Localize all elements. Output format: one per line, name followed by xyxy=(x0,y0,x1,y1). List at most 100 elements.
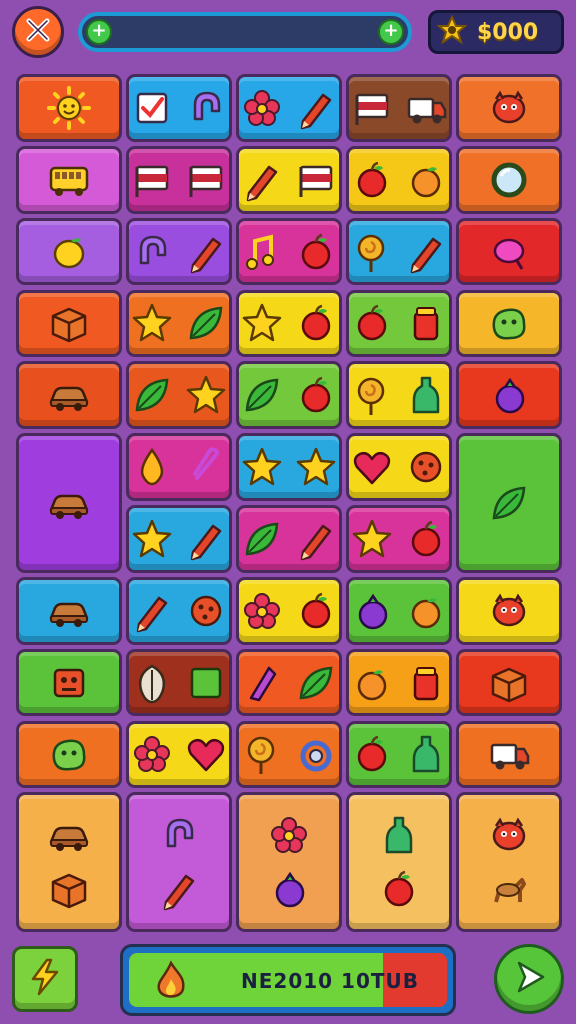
flower-icon xyxy=(266,812,312,858)
board-tile[interactable] xyxy=(126,792,232,932)
pencil-icon xyxy=(239,157,285,203)
star-icon xyxy=(183,372,229,418)
star-icon xyxy=(293,444,339,490)
board-tile[interactable] xyxy=(346,792,452,932)
magnet-icon xyxy=(156,812,202,858)
board-tile[interactable] xyxy=(456,792,562,932)
board-tile[interactable] xyxy=(126,289,232,358)
apple-icon xyxy=(403,516,449,562)
board-tile[interactable] xyxy=(236,361,342,430)
board-tile[interactable] xyxy=(346,505,452,573)
flame-icon xyxy=(151,959,191,1007)
board-tile[interactable] xyxy=(236,792,342,932)
board-tile[interactable] xyxy=(236,289,342,358)
lightning-button[interactable] xyxy=(12,946,78,1012)
board-tile[interactable] xyxy=(236,576,342,645)
board-tile[interactable] xyxy=(16,792,122,932)
board-tile[interactable] xyxy=(126,505,232,573)
board-tile[interactable] xyxy=(346,74,452,142)
drop-icon xyxy=(129,444,175,490)
board-tile[interactable] xyxy=(346,361,452,430)
board-tile[interactable] xyxy=(236,648,342,717)
board-tile[interactable] xyxy=(126,217,232,286)
cookie-icon xyxy=(183,588,229,634)
box-icon xyxy=(46,300,92,346)
board-tile[interactable] xyxy=(456,74,562,142)
apple-icon xyxy=(293,300,339,346)
close-button[interactable] xyxy=(12,6,64,58)
board-tile[interactable] xyxy=(456,289,562,358)
bottle-icon xyxy=(403,731,449,777)
board-tile[interactable] xyxy=(16,576,122,645)
board-tile[interactable] xyxy=(236,217,342,286)
board-tile[interactable] xyxy=(346,648,452,717)
power-track: NE2010 10TUB xyxy=(129,953,447,1007)
board-tile[interactable] xyxy=(236,505,342,573)
board-tile[interactable] xyxy=(126,145,232,214)
bottom-bar: NE2010 10TUB xyxy=(0,940,576,1024)
board-tile[interactable] xyxy=(456,145,562,214)
bottle-icon xyxy=(403,372,449,418)
board-tile[interactable] xyxy=(16,361,122,430)
board-tile[interactable] xyxy=(126,433,232,501)
board-tile[interactable] xyxy=(236,74,342,142)
flag-icon xyxy=(293,157,339,203)
board-tile[interactable] xyxy=(346,576,452,645)
board-tile[interactable] xyxy=(346,217,452,286)
board-tile[interactable] xyxy=(126,576,232,645)
board-tile[interactable] xyxy=(456,576,562,645)
truck-icon xyxy=(486,731,532,777)
star-icon xyxy=(239,444,285,490)
orange-icon xyxy=(403,588,449,634)
board-tile[interactable] xyxy=(346,720,452,789)
star-icon xyxy=(349,516,395,562)
board-tile[interactable] xyxy=(456,720,562,789)
apple-icon xyxy=(293,229,339,275)
board-tile[interactable] xyxy=(16,145,122,214)
board-tile[interactable] xyxy=(456,361,562,430)
board-tile[interactable] xyxy=(456,648,562,717)
leaf-icon xyxy=(239,516,285,562)
board-tile[interactable] xyxy=(126,648,232,717)
play-button[interactable] xyxy=(494,944,564,1014)
board-tile[interactable] xyxy=(126,361,232,430)
flower-icon xyxy=(239,85,285,131)
heart-icon xyxy=(183,731,229,777)
leaf-icon xyxy=(129,372,175,418)
leaf-icon xyxy=(293,660,339,706)
power-label: NE2010 10TUB xyxy=(241,969,419,993)
board-tile[interactable] xyxy=(16,217,122,286)
board-tile[interactable] xyxy=(456,433,562,573)
board-tile[interactable] xyxy=(126,74,232,142)
board-tile[interactable] xyxy=(456,217,562,286)
board-tile[interactable] xyxy=(126,720,232,789)
power-meter: NE2010 10TUB xyxy=(120,944,456,1016)
flag-icon xyxy=(183,157,229,203)
top-bar: + + $000 xyxy=(0,0,576,64)
berry-icon xyxy=(486,372,532,418)
board-tile[interactable] xyxy=(236,433,342,501)
star-icon xyxy=(129,300,175,346)
board-tile[interactable] xyxy=(16,433,122,573)
jar-icon xyxy=(403,300,449,346)
board-tile[interactable] xyxy=(346,145,452,214)
plus-icon[interactable]: + xyxy=(378,19,404,45)
board-tile[interactable] xyxy=(346,289,452,358)
lemon-icon xyxy=(46,229,92,275)
cookie-icon xyxy=(403,444,449,490)
board-tile[interactable] xyxy=(346,433,452,501)
board-tile[interactable] xyxy=(16,720,122,789)
leaf-icon xyxy=(239,372,285,418)
car-icon xyxy=(46,372,92,418)
board-tile[interactable] xyxy=(16,648,122,717)
pencil-icon xyxy=(129,588,175,634)
board-tile[interactable] xyxy=(16,289,122,358)
board-tile[interactable] xyxy=(236,145,342,214)
board-tile[interactable] xyxy=(16,74,122,142)
coin-counter[interactable]: $000 xyxy=(428,10,564,54)
board-tile[interactable] xyxy=(236,720,342,789)
creature-icon xyxy=(486,588,532,634)
lightning-icon xyxy=(25,957,65,1001)
flag-icon xyxy=(129,157,175,203)
plus-icon[interactable]: + xyxy=(86,19,112,45)
